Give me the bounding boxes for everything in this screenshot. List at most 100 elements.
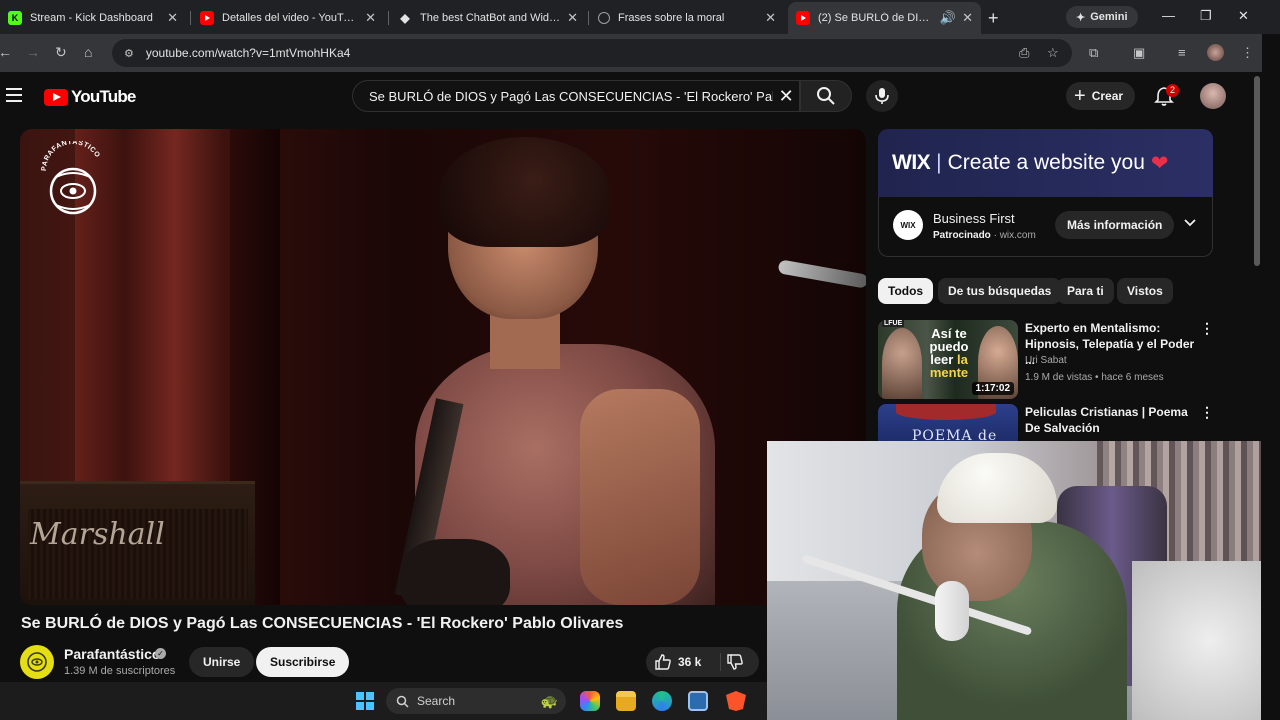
create-button[interactable]: + Crear: [1066, 82, 1136, 110]
browser-menu-icon[interactable]: ⋮: [1241, 45, 1254, 61]
video-microphone: [777, 259, 866, 289]
tab-youtube-studio[interactable]: Detalles del video - YouTube Studio ✕: [192, 4, 384, 32]
close-icon[interactable]: ✕: [567, 10, 578, 26]
brave-icon[interactable]: [726, 691, 746, 711]
address-bar[interactable]: ⚙ youtube.com/watch?v=1mtVmohHKa4: [112, 39, 1072, 67]
menu-icon[interactable]: [6, 88, 22, 102]
search-button[interactable]: [800, 80, 852, 112]
search-input[interactable]: Se BURLÓ de DIOS y Pagó Las CONSECUENCIA…: [352, 80, 800, 112]
video-player[interactable]: Marshall PARAFANTÁSTICO: [20, 129, 866, 605]
edge-icon[interactable]: [652, 691, 672, 711]
scrollbar-thumb[interactable]: [1254, 76, 1260, 266]
dislike-button[interactable]: [726, 653, 744, 676]
channel-name[interactable]: Parafantástico: [64, 646, 160, 662]
ad-advertiser-logo: WIX: [893, 210, 923, 240]
ad-sponsored-label: Patrocinado: [933, 230, 991, 241]
tab-search-icon[interactable]: ▣: [1133, 45, 1145, 61]
page-scrollbar[interactable]: [1252, 72, 1262, 442]
recommendation-thumbnail[interactable]: LFUE Así te puedo leer la mente 1:17:02: [878, 320, 1018, 399]
ad-banner[interactable]: WIX | Create a website you ❤: [878, 129, 1213, 197]
ad-expand-button[interactable]: [1183, 215, 1197, 234]
media-controls-icon[interactable]: ≡: [1178, 45, 1186, 60]
tab-frases-moral[interactable]: Frases sobre la moral ✕: [590, 4, 784, 32]
chip-de-tus-busquedas[interactable]: De tus búsquedas: [938, 278, 1062, 304]
like-button[interactable]: 36 k: [654, 647, 701, 677]
clear-search-icon[interactable]: ✕: [773, 86, 799, 107]
tab-label: Stream - Kick Dashboard: [30, 12, 153, 24]
join-button[interactable]: Unirse: [189, 647, 255, 677]
svg-text:PARAFANTÁSTICO: PARAFANTÁSTICO: [41, 141, 101, 171]
like-count: 36 k: [678, 655, 702, 669]
ad-divider: |: [936, 151, 942, 174]
browser-toolbar: ← → ↻ ⌂ ⚙ youtube.com/watch?v=1mtVmohHKa…: [0, 34, 1280, 72]
gemini-label: Gemini: [1090, 11, 1128, 23]
webcam-overlay: [767, 441, 1261, 720]
tab-separator: [388, 11, 389, 25]
like-dislike-group: 36 k: [646, 647, 759, 677]
microphone-icon: [875, 88, 889, 104]
file-explorer-icon[interactable]: [616, 691, 636, 711]
globe-icon: [598, 12, 610, 24]
close-icon[interactable]: ✕: [962, 10, 973, 26]
tab-label: The best ChatBot and Widgets: [420, 12, 562, 24]
chip-para-ti[interactable]: Para ti: [1057, 278, 1114, 304]
voice-search-button[interactable]: [866, 80, 898, 112]
youtube-header: YouTube Se BURLÓ de DIOS y Pagó Las CONS…: [0, 72, 1262, 122]
new-tab-button[interactable]: +: [988, 8, 999, 29]
windows-start-icon[interactable]: [356, 692, 374, 710]
ad-brand: WIX: [892, 151, 931, 174]
channel-watermark: PARAFANTÁSTICO: [41, 141, 101, 215]
turtle-icon: 🐢: [540, 692, 558, 709]
account-avatar[interactable]: [1200, 83, 1226, 109]
more-options-icon[interactable]: ⋮: [1200, 320, 1214, 337]
close-icon[interactable]: ✕: [167, 10, 178, 26]
ad-more-info-button[interactable]: Más información: [1055, 211, 1175, 239]
ad-sponsored-line: Patrocinado · wix.com: [933, 230, 1036, 241]
subscriber-count: 1.39 M de suscriptores: [64, 665, 176, 677]
chip-vistos[interactable]: Vistos: [1117, 278, 1173, 304]
channel-avatar[interactable]: [20, 645, 54, 679]
watermark-text: PARAFANTÁSTICO: [41, 141, 101, 171]
youtube-logo[interactable]: YouTube: [44, 87, 136, 107]
speaker-icon[interactable]: 🔊: [940, 10, 956, 26]
copilot-icon[interactable]: [580, 691, 600, 711]
tab-chatbot-widgets[interactable]: ◆ The best ChatBot and Widgets ✕: [390, 4, 586, 32]
chip-todos[interactable]: Todos: [878, 278, 934, 304]
plus-icon: +: [1074, 85, 1086, 107]
subscribe-button[interactable]: Suscribirse: [256, 647, 350, 677]
more-options-icon[interactable]: ⋮: [1200, 404, 1214, 421]
home-icon[interactable]: ⌂: [84, 44, 92, 60]
ad-domain: wix.com: [999, 230, 1036, 241]
search-icon: [817, 87, 835, 105]
thumb-person-left: [882, 328, 922, 399]
install-app-icon[interactable]: ⎙: [1019, 45, 1029, 61]
video-duration: 1:17:02: [971, 382, 1014, 395]
ad-banner-text: Create a website you: [947, 151, 1145, 174]
tab-separator: [588, 11, 589, 25]
forward-icon[interactable]: →: [26, 44, 40, 60]
back-icon[interactable]: ←: [0, 44, 12, 60]
tab-youtube-video-active[interactable]: (2) Se BURLÓ de DIOS y Pagó Las CONSECUE…: [788, 2, 981, 34]
minimize-icon[interactable]: —: [1162, 8, 1175, 23]
store-icon[interactable]: [688, 691, 708, 711]
thumb-red-shape: [896, 404, 996, 420]
close-icon[interactable]: ✕: [765, 10, 776, 26]
reload-icon[interactable]: ↻: [55, 44, 67, 61]
bookmark-star-icon[interactable]: ☆: [1047, 45, 1059, 61]
taskbar-search[interactable]: Search 🐢: [386, 688, 566, 714]
tab-kick-dashboard[interactable]: K Stream - Kick Dashboard ✕: [0, 4, 186, 32]
ad-info: WIX Business First Patrocinado · wix.com…: [878, 197, 1213, 257]
url-text: youtube.com/watch?v=1mtVmohHKa4: [145, 46, 351, 60]
browser-tab-strip: K Stream - Kick Dashboard ✕ Detalles del…: [0, 0, 1280, 34]
recommendation-item[interactable]: LFUE Así te puedo leer la mente 1:17:02 …: [878, 320, 1214, 400]
profile-avatar[interactable]: [1207, 44, 1224, 61]
video-title: Se BURLÓ de DIOS y Pagó Las CONSECUENCIA…: [21, 615, 624, 632]
gemini-button[interactable]: ✦ Gemini: [1066, 6, 1138, 28]
restore-icon[interactable]: ❐: [1200, 8, 1212, 24]
extensions-icon[interactable]: ⧉: [1089, 45, 1098, 61]
site-settings-icon[interactable]: ⚙: [124, 47, 134, 60]
like-separator: [720, 653, 721, 671]
close-icon[interactable]: ✕: [365, 10, 376, 26]
close-window-icon[interactable]: ✕: [1238, 8, 1249, 24]
amplifier-logo: Marshall: [30, 517, 165, 552]
